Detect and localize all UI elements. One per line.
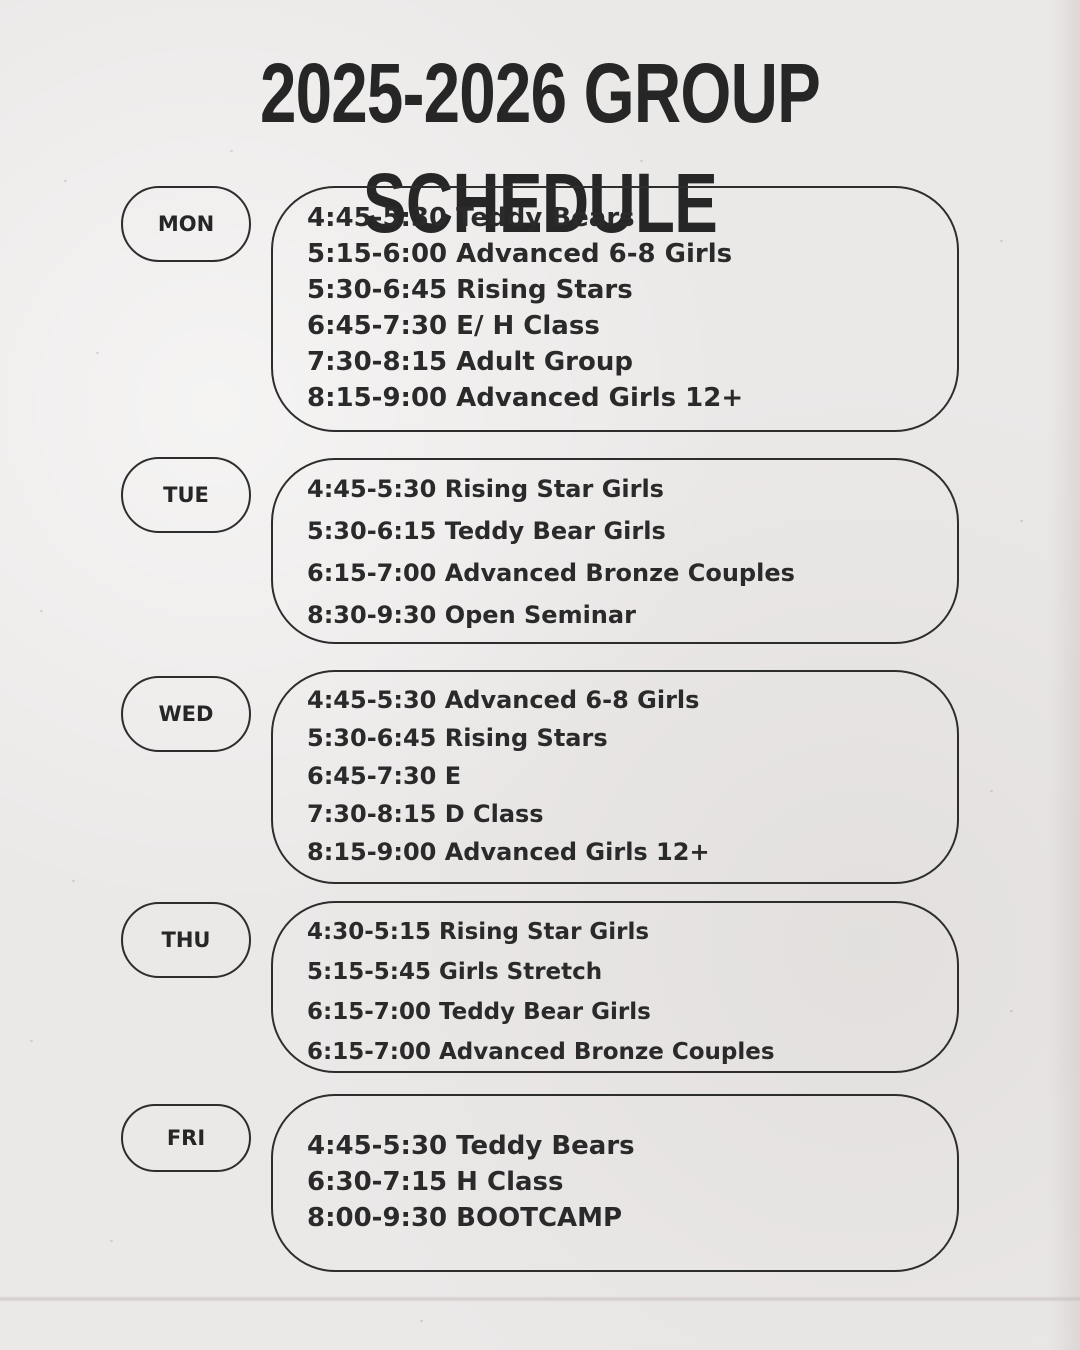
session-box-mon: 4:45-5:30 Teddy Bears 5:15-6:00 Advanced… bbox=[271, 186, 959, 432]
session-item: 5:30-6:15 Teddy Bear Girls bbox=[307, 517, 666, 545]
session-item: 4:45-5:30 Advanced 6-8 Girls bbox=[307, 686, 700, 714]
session-item: 4:45-5:30 Teddy Bears bbox=[307, 1131, 635, 1161]
session-item: 7:30-8:15 D Class bbox=[307, 800, 544, 828]
session-box-wed: 4:45-5:30 Advanced 6-8 Girls 5:30-6:45 R… bbox=[271, 670, 959, 884]
session-item: 6:30-7:15 H Class bbox=[307, 1167, 564, 1197]
session-list-tue: 4:45-5:30 Rising Star Girls 5:30-6:15 Te… bbox=[307, 468, 957, 636]
session-item: 4:45-5:30 Rising Star Girls bbox=[307, 475, 664, 503]
session-item: 4:45-5:30 Teddy Bears bbox=[307, 203, 635, 233]
day-label-wed: WED bbox=[121, 676, 251, 752]
session-item: 7:30-8:15 Adult Group bbox=[307, 347, 633, 377]
session-box-fri: 4:45-5:30 Teddy Bears 6:30-7:15 H Class … bbox=[271, 1094, 959, 1272]
session-item: 8:30-9:30 Open Seminar bbox=[307, 601, 636, 629]
session-box-tue: 4:45-5:30 Rising Star Girls 5:30-6:15 Te… bbox=[271, 458, 959, 644]
session-item: 6:15-7:00 Teddy Bear Girls bbox=[307, 999, 651, 1025]
day-label-mon: MON bbox=[121, 186, 251, 262]
session-item: 6:15-7:00 Advanced Bronze Couples bbox=[307, 559, 795, 587]
day-label-thu: THU bbox=[121, 902, 251, 978]
session-item: 8:15-9:00 Advanced Girls 12+ bbox=[307, 838, 710, 866]
session-item: 6:45-7:30 E bbox=[307, 762, 462, 790]
session-list-wed: 4:45-5:30 Advanced 6-8 Girls 5:30-6:45 R… bbox=[307, 681, 957, 871]
paper-edge-shadow bbox=[1048, 0, 1080, 1350]
session-item: 6:45-7:30 E/ H Class bbox=[307, 311, 600, 341]
paper-fold-line bbox=[0, 1296, 1080, 1302]
session-item: 5:30-6:45 Rising Stars bbox=[307, 275, 633, 305]
day-label-fri: FRI bbox=[121, 1104, 251, 1172]
session-list-fri: 4:45-5:30 Teddy Bears 6:30-7:15 H Class … bbox=[307, 1128, 957, 1236]
session-item: 5:30-6:45 Rising Stars bbox=[307, 724, 608, 752]
session-box-thu: 4:30-5:15 Rising Star Girls 5:15-5:45 Gi… bbox=[271, 901, 959, 1073]
session-list-thu: 4:30-5:15 Rising Star Girls 5:15-5:45 Gi… bbox=[307, 912, 957, 1072]
session-item: 5:15-6:00 Advanced 6-8 Girls bbox=[307, 239, 733, 269]
session-list-mon: 4:45-5:30 Teddy Bears 5:15-6:00 Advanced… bbox=[307, 200, 957, 416]
session-item: 5:15-5:45 Girls Stretch bbox=[307, 959, 603, 985]
session-item: 8:00-9:30 BOOTCAMP bbox=[307, 1203, 623, 1233]
session-item: 4:30-5:15 Rising Star Girls bbox=[307, 919, 650, 945]
session-item: 6:15-7:00 Advanced Bronze Couples bbox=[307, 1039, 775, 1065]
day-label-tue: TUE bbox=[121, 457, 251, 533]
session-item: 8:15-9:00 Advanced Girls 12+ bbox=[307, 383, 744, 413]
